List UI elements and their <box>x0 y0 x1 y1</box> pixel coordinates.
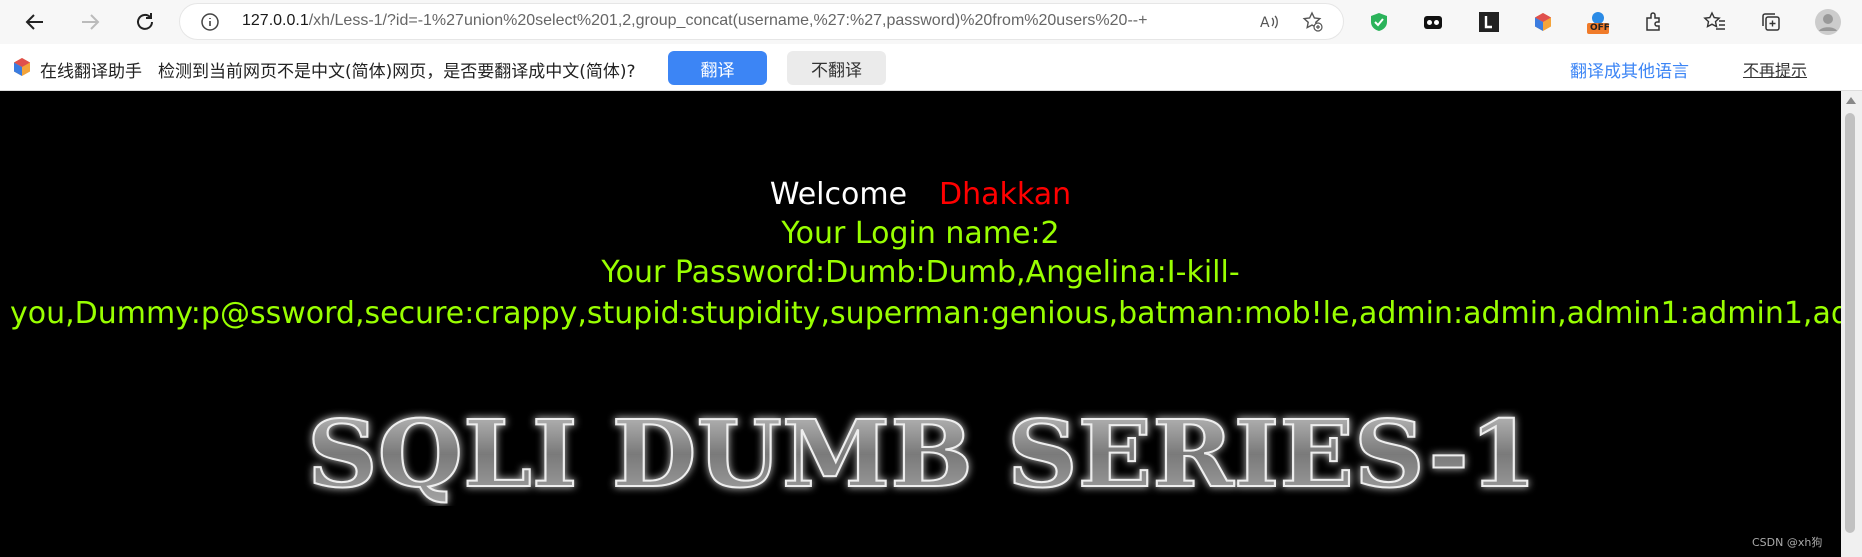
translate-message: 检测到当前网页不是中文(简体)网页，是否要翻译成中文(简体)? <box>158 62 636 82</box>
banner-title: SQLI DUMB SERIES-1 <box>307 406 1537 506</box>
translate-other-language-link[interactable]: 翻译成其他语言 <box>1570 57 1689 82</box>
off-extension-icon[interactable]: OFF <box>1585 9 1611 35</box>
sqli-banner-logo: SQLI DUMB SERIES-1 <box>300 399 1545 509</box>
translate-button[interactable]: 翻译 <box>668 51 767 85</box>
forward-arrow-icon <box>82 14 100 30</box>
no-translate-button[interactable]: 不翻译 <box>787 51 886 85</box>
l-extension-icon[interactable] <box>1476 9 1502 35</box>
profile-avatar[interactable] <box>1813 7 1843 37</box>
forward-button[interactable] <box>75 7 105 37</box>
favorites-icon[interactable] <box>1702 9 1728 35</box>
login-name-line: Your Login name:2 <box>781 216 1060 251</box>
url-path: /xh/Less-1/?id=-1%27union%20select%201,2… <box>308 12 1148 29</box>
password-line-2: you,Dummy:p@ssword,secure:crappy,stupid:… <box>10 296 1841 331</box>
password-line-1: Your Password:Dumb:Dumb,Angelina:I-kill- <box>601 255 1240 290</box>
never-show-link[interactable]: 不再提示 <box>1743 57 1807 81</box>
refresh-button[interactable] <box>130 7 160 37</box>
scrollbar-thumb[interactable] <box>1845 113 1855 533</box>
translate-assistant-name: 在线翻译助手 <box>40 62 142 82</box>
page-content: Welcome Dhakkan Your Login name:2 Your Pa… <box>0 91 1841 557</box>
url-text[interactable]: 127.0.0.1/xh/Less-1/?id=-1%27union%20sel… <box>242 12 1147 30</box>
collections-icon[interactable] <box>1758 9 1784 35</box>
svg-text:A: A <box>1260 15 1270 31</box>
welcome-text: Welcome <box>769 177 908 212</box>
welcome-line: Welcome Dhakkan <box>0 177 1841 212</box>
username-text: Dhakkan <box>939 177 1072 212</box>
back-arrow-icon <box>25 14 43 30</box>
address-bar[interactable]: 127.0.0.1/xh/Less-1/?id=-1%27union%20sel… <box>180 4 1343 39</box>
site-info-icon[interactable] <box>200 12 220 36</box>
extensions-puzzle-icon[interactable] <box>1641 9 1667 35</box>
back-button[interactable] <box>20 7 50 37</box>
read-aloud-icon[interactable]: A <box>1258 11 1280 37</box>
shield-extension-icon[interactable] <box>1366 9 1392 35</box>
translate-bar: 在线翻译助手 检测到当前网页不是中文(简体)网页，是否要翻译成中文(简体)? 翻… <box>0 44 1862 91</box>
url-host: 127.0.0.1 <box>242 12 309 29</box>
csdn-watermark: CSDN @xh狗 <box>1752 536 1823 549</box>
cube-extension-icon[interactable] <box>1530 9 1556 35</box>
refresh-icon <box>137 13 153 30</box>
glasses-extension-icon[interactable] <box>1420 9 1446 35</box>
scroll-up-arrow-icon[interactable] <box>1846 97 1856 104</box>
browser-toolbar: 127.0.0.1/xh/Less-1/?id=-1%27union%20sel… <box>0 0 1862 44</box>
translate-assistant-icon <box>12 57 32 81</box>
vertical-scrollbar[interactable] <box>1841 91 1862 557</box>
off-badge-label: OFF <box>1590 23 1610 33</box>
add-favorite-icon[interactable] <box>1302 11 1324 37</box>
